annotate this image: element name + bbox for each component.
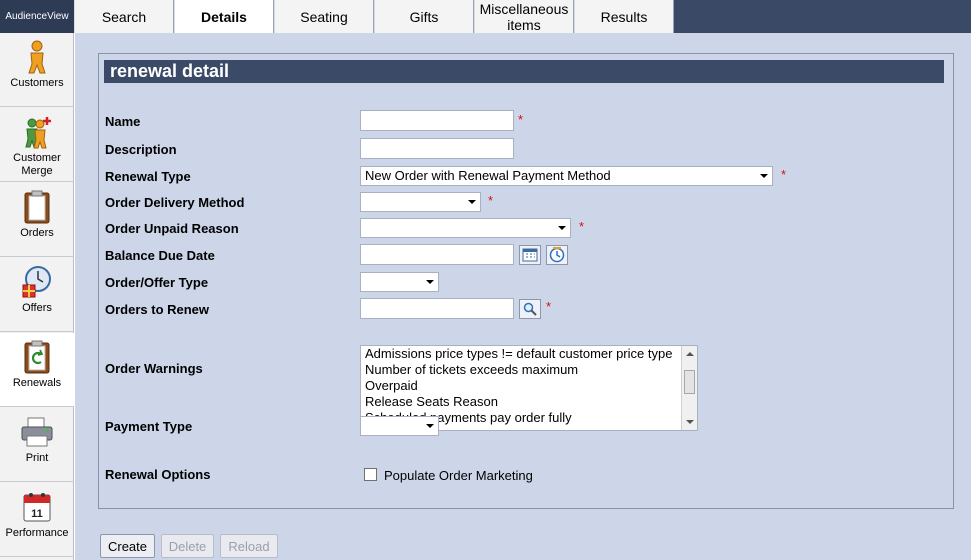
clock-icon — [549, 247, 565, 263]
list-item[interactable]: Release Seats Reason — [361, 394, 697, 410]
orders-to-renew-label: Orders to Renew — [105, 302, 210, 317]
create-button[interactable]: Create — [100, 534, 155, 558]
chevron-down-icon — [558, 226, 566, 230]
offer-type-label: Order/Offer Type — [105, 275, 209, 290]
list-item[interactable]: Admissions price types != default custom… — [361, 346, 697, 362]
sidebar-item-offers[interactable]: Offers — [0, 258, 74, 332]
scroll-up-icon[interactable] — [686, 352, 694, 356]
sidebar-item-label: Orders — [20, 227, 54, 239]
tab-seating[interactable]: Seating — [274, 0, 374, 33]
customer-merge-icon — [19, 114, 55, 150]
description-field[interactable] — [360, 138, 514, 159]
renewal-type-value: New Order with Renewal Payment Method — [365, 168, 611, 183]
chevron-down-icon — [426, 424, 434, 428]
scrollbar[interactable] — [681, 346, 697, 430]
app-brand: AudienceView — [0, 0, 74, 33]
renewals-icon — [19, 339, 55, 375]
balance-due-field[interactable] — [360, 244, 514, 265]
description-label: Description — [105, 142, 177, 157]
panel-title: renewal detail — [104, 60, 944, 83]
sidebar-item-orders[interactable]: Orders — [0, 183, 74, 257]
name-field[interactable] — [360, 110, 514, 131]
delivery-method-label: Order Delivery Method — [105, 195, 245, 210]
sidebar-item-label: Customers — [10, 77, 64, 89]
search-icon — [523, 302, 537, 316]
payment-type-label: Payment Type — [105, 419, 193, 434]
sidebar-item-label: Customer Merge — [13, 152, 61, 177]
sidebar-item-label: Renewals — [12, 377, 62, 389]
name-label: Name — [105, 114, 141, 129]
required-marker: * — [781, 167, 787, 182]
sidebar-item-label: Performance — [5, 527, 69, 539]
renewal-detail-panel: renewal detail Name * Description Renewa… — [98, 53, 954, 509]
unpaid-reason-label: Order Unpaid Reason — [105, 221, 239, 236]
populate-order-marketing-label: Populate Order Marketing — [384, 468, 533, 483]
order-warnings-label: Order Warnings — [105, 361, 203, 376]
lookup-button[interactable] — [519, 299, 541, 319]
orders-icon — [19, 189, 55, 225]
reload-button[interactable]: Reload — [220, 534, 278, 558]
delivery-method-select[interactable] — [360, 192, 481, 212]
payment-type-select[interactable] — [360, 416, 439, 436]
calendar-icon: 11 — [19, 489, 55, 525]
calendar-picker-button[interactable] — [519, 245, 541, 265]
offers-icon — [19, 264, 55, 300]
calendar-icon — [522, 248, 538, 262]
list-item[interactable]: Number of tickets exceeds maximum — [361, 362, 697, 378]
sidebar-item-print[interactable]: Print — [0, 408, 74, 482]
svg-text:11: 11 — [31, 508, 43, 520]
chevron-down-icon — [468, 200, 476, 204]
required-marker: * — [546, 299, 552, 314]
sidebar-item-label: Offers — [22, 302, 52, 314]
renewal-type-label: Renewal Type — [105, 169, 191, 184]
required-marker: * — [518, 112, 524, 127]
scroll-thumb[interactable] — [684, 370, 695, 394]
required-marker: * — [579, 219, 585, 234]
renewal-options-label: Renewal Options — [105, 467, 211, 482]
required-marker: * — [488, 193, 494, 208]
customer-icon — [19, 39, 55, 75]
balance-due-label: Balance Due Date — [105, 248, 215, 263]
sidebar-item-label: Print — [25, 452, 49, 464]
orders-to-renew-field[interactable] — [360, 298, 514, 319]
sidebar-item-customer-merge[interactable]: Customer Merge — [0, 108, 74, 182]
sidebar-item-customers[interactable]: Customers — [0, 33, 74, 107]
populate-order-marketing-checkbox[interactable] — [364, 468, 377, 481]
top-nav-bar: AudienceView Search Details Seating Gift… — [0, 0, 971, 34]
sidebar-item-renewals[interactable]: Renewals — [0, 333, 74, 407]
offer-type-select[interactable] — [360, 272, 439, 292]
tab-details[interactable]: Details — [174, 0, 274, 34]
list-item[interactable]: Overpaid — [361, 378, 697, 394]
sidebar: Customers Customer Merge Orders Offers R… — [0, 33, 74, 560]
renewal-type-select[interactable]: New Order with Renewal Payment Method — [360, 166, 773, 186]
time-picker-button[interactable] — [546, 245, 568, 265]
unpaid-reason-select[interactable] — [360, 218, 571, 238]
tab-search[interactable]: Search — [74, 0, 174, 33]
printer-icon — [19, 414, 55, 450]
tab-gifts[interactable]: Gifts — [374, 0, 474, 33]
chevron-down-icon — [426, 280, 434, 284]
delete-button[interactable]: Delete — [161, 534, 214, 558]
sidebar-item-performance[interactable]: 11 Performance — [0, 483, 74, 557]
chevron-down-icon — [760, 174, 768, 178]
tab-results[interactable]: Results — [574, 0, 674, 33]
scroll-down-icon[interactable] — [686, 420, 694, 424]
tab-miscellaneous-items[interactable]: Miscellaneous items — [474, 0, 574, 33]
main-content: renewal detail Name * Description Renewa… — [75, 33, 971, 560]
